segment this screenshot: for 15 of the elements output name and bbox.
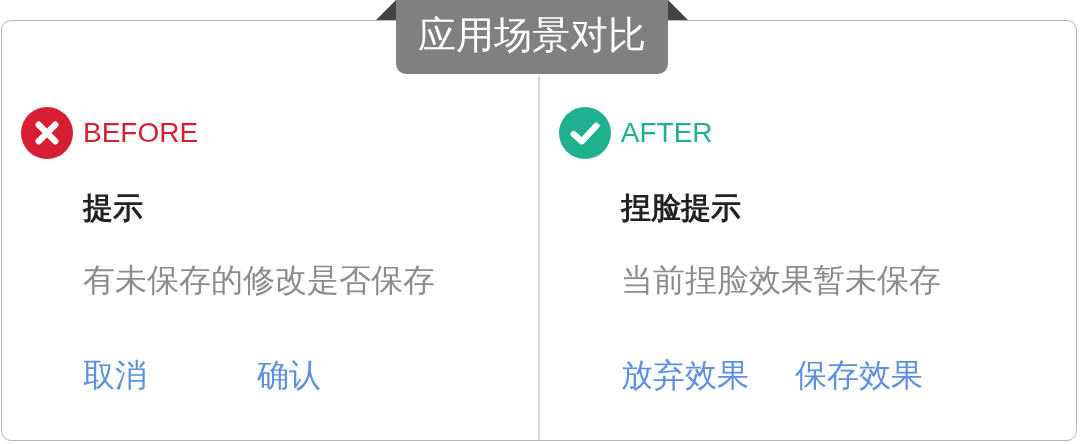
- dialog-button[interactable]: 放弃效果: [620, 355, 749, 395]
- dialog-button[interactable]: 保存效果: [794, 355, 923, 395]
- dialog-button[interactable]: 取消: [83, 355, 147, 395]
- dialog-message: 当前捏脸效果暂未保存: [620, 260, 942, 300]
- dialog-button[interactable]: 确认: [257, 355, 321, 395]
- panel-label: BEFORE: [83, 117, 199, 149]
- dialog-message: 有未保存的修改是否保存: [83, 260, 436, 300]
- cross-icon: [21, 107, 73, 159]
- ribbon-fold-icon: [376, 0, 396, 20]
- dialog-title: 捏脸提示: [620, 189, 742, 227]
- check-icon: [558, 107, 611, 159]
- banner-title: 应用场景对比: [396, 0, 668, 74]
- panel-label: AFTER: [620, 117, 713, 149]
- dialog-title: 提示: [83, 189, 144, 227]
- ribbon-fold-icon: [668, 0, 688, 20]
